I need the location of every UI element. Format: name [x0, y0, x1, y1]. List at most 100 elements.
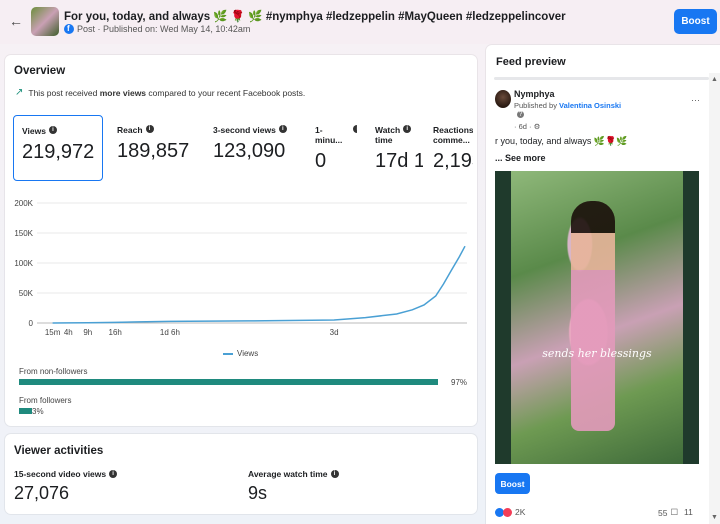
- overview-card: Overview ↗ This post received more views…: [5, 55, 477, 426]
- metric-value: 17d 12: [375, 150, 423, 172]
- metric-reach[interactable]: Reach i 189,857: [109, 115, 201, 181]
- post-title: For you, today, and always 🌿 🌹 🌿 #nymphy…: [64, 11, 566, 23]
- info-icon[interactable]: i: [353, 125, 357, 133]
- help-icon[interactable]: ?: [517, 111, 524, 118]
- y-tick-label: 100K: [14, 259, 33, 268]
- metric-value: 189,857: [117, 140, 190, 162]
- followers-pct: 3%: [32, 407, 44, 416]
- trend-text: This post received more views compared t…: [28, 88, 305, 98]
- y-tick-label: 200K: [14, 199, 33, 208]
- published-by: Published by Valentina Osinski: [514, 101, 621, 110]
- video-figure: [571, 201, 615, 431]
- metric-value: 219,972: [22, 141, 95, 163]
- info-icon[interactable]: i: [330, 470, 339, 478]
- feed-boost-button[interactable]: Boost: [495, 473, 530, 494]
- followers-label: From followers: [19, 396, 72, 405]
- x-tick-label: 1d 6h: [160, 328, 180, 335]
- info-icon[interactable]: i: [109, 470, 118, 478]
- boost-button[interactable]: Boost: [674, 9, 717, 34]
- shares-count-text: 11: [684, 507, 693, 517]
- chart-legend: Views: [223, 349, 258, 358]
- trending-up-icon: ↗: [15, 87, 24, 98]
- avg-watch-label-text: Average watch time: [248, 469, 328, 479]
- non-followers-bar: [19, 379, 451, 385]
- info-icon[interactable]: i: [403, 125, 412, 133]
- metric-value: 123,090: [213, 140, 286, 162]
- metric-watch-time[interactable]: Watch timei 17d 12: [367, 115, 423, 181]
- metrics-row: Views i 219,972 Reach i 189,857 3-second v…: [13, 115, 473, 182]
- metric-1min-views[interactable]: 1- minu... i 0: [307, 115, 357, 181]
- facebook-icon: [64, 24, 74, 34]
- viewer-activities-card: Viewer activities 15-second video views …: [5, 434, 477, 514]
- post-thumbnail: [31, 7, 59, 36]
- followers-bar-fill: [19, 408, 32, 414]
- overview-title: Overview: [14, 65, 66, 77]
- settings-icon: ⚙: [533, 122, 541, 131]
- metric-label: Reach: [117, 125, 143, 135]
- x-tick-label: 15m: [45, 328, 61, 335]
- y-tick-label: 0: [29, 319, 34, 328]
- comments-count-text: 55: [658, 507, 668, 518]
- post-meta: Post · Published on: Wed May 14, 10:42am: [64, 24, 250, 34]
- publisher-name[interactable]: Valentina Osinski: [559, 101, 621, 110]
- page-name[interactable]: Nymphya: [514, 89, 555, 99]
- metric-label: Watch time: [375, 125, 401, 145]
- top-bar: ← For you, today, and always 🌿 🌹 🌿 #nymp…: [0, 0, 720, 44]
- legend-swatch: [223, 352, 233, 355]
- x-tick-label: 9h: [83, 328, 92, 335]
- non-followers-label: From non-followers: [19, 367, 88, 376]
- shares-count[interactable]: 11: [684, 507, 693, 517]
- scroll-up-icon[interactable]: ▲: [711, 76, 718, 83]
- y-tick-label: 150K: [14, 229, 33, 238]
- video-overlay-text: sends her blessings: [542, 347, 652, 360]
- info-icon[interactable]: i: [48, 126, 57, 134]
- followers-bar: [19, 408, 451, 414]
- more-options-icon[interactable]: ···: [691, 95, 700, 105]
- published-prefix: Published by: [514, 101, 560, 110]
- trend-message: ↗ This post received more views compared…: [15, 87, 305, 98]
- x-tick-label: 16h: [109, 328, 122, 335]
- scroll-down-icon[interactable]: ▼: [711, 514, 718, 521]
- reactions-count: 2K: [515, 507, 526, 517]
- series-line-views: [52, 245, 466, 324]
- x-tick-label: 4h: [64, 328, 73, 335]
- post-meta-text: Post · Published on: Wed May 14, 10:42am: [77, 24, 251, 34]
- metric-label: 3-second views: [213, 125, 276, 135]
- video15-label: 15-second video views i: [14, 469, 118, 479]
- metric-label: Views: [22, 126, 46, 136]
- video15-label-text: 15-second video views: [14, 469, 107, 479]
- metric-views[interactable]: Views i 219,972: [13, 115, 103, 181]
- trend-bold: more views: [99, 87, 147, 98]
- see-more-link[interactable]: ... See more: [495, 153, 546, 163]
- metric-reactions[interactable]: Reactions, comme... 2,193: [425, 115, 473, 181]
- info-icon[interactable]: i: [278, 125, 287, 133]
- avg-watch-label: Average watch time i: [248, 469, 339, 479]
- comment-icon: ☐: [670, 507, 679, 517]
- comments-count[interactable]: 55 ☐: [658, 507, 678, 518]
- post-time: · 6d · ⚙: [514, 122, 540, 131]
- metric-label: 1- minu...: [315, 125, 343, 145]
- page-avatar[interactable]: [495, 90, 511, 108]
- metric-3s-views[interactable]: 3-second views i 123,090: [205, 115, 305, 181]
- non-followers-pct: 97%: [451, 378, 468, 387]
- reactions-summary[interactable]: 2K: [495, 507, 525, 517]
- avg-watch-value: 9s: [248, 483, 268, 503]
- video15-value: 27,076: [14, 483, 70, 503]
- metric-label: Reactions, comme...: [433, 125, 473, 145]
- trend-prefix: This post received: [28, 87, 100, 98]
- post-time-text: · 6d ·: [514, 122, 534, 131]
- video-preview[interactable]: sends her blessings: [495, 171, 699, 464]
- y-tick-label: 50K: [19, 289, 34, 298]
- trend-suffix: compared to your recent Facebook posts.: [146, 87, 306, 98]
- post-caption: r you, today, and always 🌿🌹🌿: [495, 136, 628, 146]
- back-arrow-icon[interactable]: ←: [9, 13, 23, 29]
- non-followers-bar-fill: [19, 379, 439, 385]
- feed-scrollbar[interactable]: ▲ ▼: [709, 73, 720, 524]
- love-reaction-icon: [503, 507, 512, 517]
- feed-preview-title: Feed preview: [496, 56, 566, 68]
- feed-preview-card: Feed preview ▲ ▼ Nymphya Published by Va…: [486, 45, 720, 524]
- metric-value: 0: [315, 150, 327, 172]
- x-tick-label: 3d: [330, 328, 339, 335]
- info-icon[interactable]: i: [145, 125, 154, 133]
- metric-value: 2,193: [433, 150, 473, 172]
